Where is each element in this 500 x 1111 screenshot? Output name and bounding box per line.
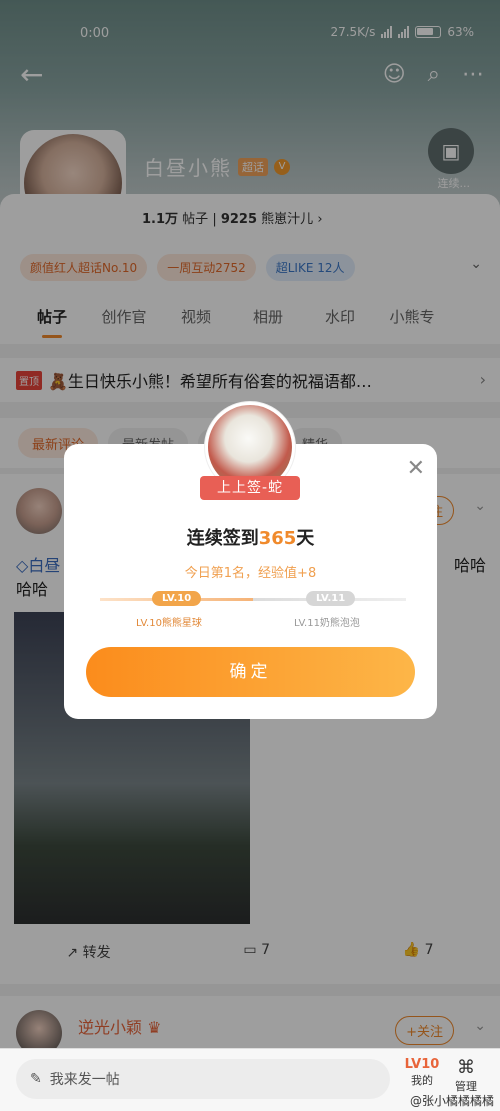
checkin-title: 连续签到365天 [186,528,315,549]
compose-placeholder: 我来发一帖 [49,1072,120,1088]
level-progress-track [100,598,406,601]
mine-button[interactable]: LV10 我的 [404,1057,440,1088]
manage-button[interactable]: ⌘ 管理 [448,1057,484,1094]
grid-icon: ⌘ [457,1057,475,1078]
level-next: LV.11 [306,591,356,606]
mine-level-icon: LV10 [404,1057,440,1072]
checkin-subtitle: 今日第1名，经验值+8 [184,566,317,581]
bottom-bar: ✎ 我来发一帖 LV10 我的 ⌘ 管理 @张小橘橘橘橘 [0,1048,500,1111]
level-current-name: LV.10熊熊星球 [136,618,202,629]
fortune-ribbon: 上上签-蛇 [194,476,306,500]
edit-icon: ✎ [30,1071,42,1087]
compose-post-input[interactable]: ✎ 我来发一帖 [16,1059,390,1099]
watermark: @张小橘橘橘橘 [409,1094,494,1108]
close-icon[interactable]: ✕ [407,456,425,481]
mine-label: 我的 [411,1074,433,1087]
confirm-button[interactable]: 确定 [86,647,415,697]
level-current: LV.10 [152,591,202,606]
checkin-days: 365 [258,528,297,549]
level-next-name: LV.11奶熊泡泡 [294,618,360,629]
